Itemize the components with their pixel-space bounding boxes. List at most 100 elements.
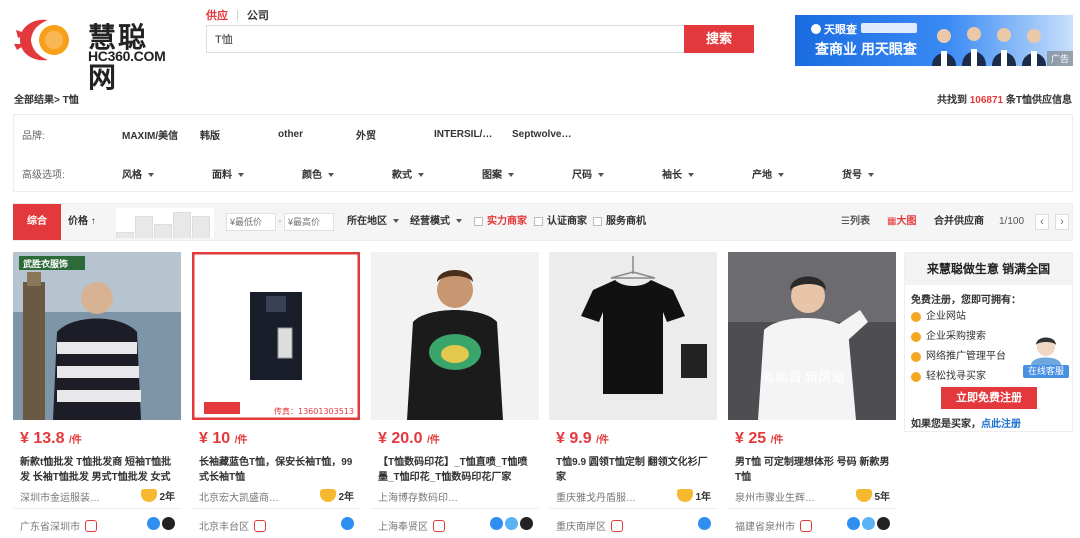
chat-icon[interactable]	[341, 517, 354, 530]
brand-option[interactable]: INTERSIL/…	[434, 129, 492, 140]
trust-badge-icon	[433, 519, 445, 532]
filter-dropdown-label: 图案	[482, 169, 502, 181]
filter-dropdown-color[interactable]: 颜色	[302, 166, 334, 181]
region-dropdown[interactable]: 所在地区	[347, 204, 399, 240]
price-bar	[192, 216, 210, 238]
product-card[interactable]: 传真：13601303513 ¥ 10 /件 长袖藏蓝色T恤，保安长袖T恤，99…	[192, 252, 360, 538]
membership-years: 2年	[320, 488, 354, 503]
sort-default[interactable]: 综合	[13, 204, 61, 240]
search-input[interactable]	[207, 26, 685, 52]
company-name[interactable]: 北京宏大凯盛商…	[199, 489, 309, 504]
qq-icon[interactable]	[162, 517, 175, 530]
trust-badge-icon	[800, 519, 812, 532]
qq-icon[interactable]	[877, 517, 890, 530]
caret-down-icon	[778, 172, 784, 177]
benefit-label: 企业网站	[926, 311, 966, 322]
checkbox[interactable]	[474, 216, 483, 226]
product-image[interactable]: 武胜衣服饰	[13, 252, 181, 420]
price-unit: /件	[68, 435, 82, 446]
check-certified-merchant[interactable]: 认证商家	[534, 204, 587, 240]
trust-badge-icon	[254, 519, 266, 532]
product-card[interactable]: ¥ 20.0 /件 【T恤数码印花】_T恤直喷_T恤喷墨_T恤印花_T恤数码印花…	[371, 252, 539, 538]
check-strong-merchant[interactable]: 实力商家	[474, 204, 527, 240]
search-tabs: 供应 | 公司	[206, 7, 269, 23]
checkbox[interactable]	[534, 216, 543, 226]
chat-icon[interactable]	[147, 517, 160, 530]
product-price: ¥ 25 /件	[735, 430, 783, 448]
tab-supply[interactable]: 供应	[206, 7, 228, 23]
divider	[549, 508, 717, 509]
online-service-button[interactable]: 在线客服	[1023, 365, 1069, 378]
page: 慧聪网 HC360.COM 供应 | 公司 搜索 天眼查 查商业 用天眼查 广告	[0, 0, 1080, 538]
company-name[interactable]: 泉州市骤业生辉…	[735, 489, 845, 504]
message-icon[interactable]	[862, 517, 875, 530]
product-title[interactable]: T恤9.9 圆领T恤定制 翻领文化衫厂家	[556, 455, 712, 485]
max-price-input[interactable]	[284, 213, 334, 231]
product-card[interactable]: ¥ 9.9 /件 T恤9.9 圆领T恤定制 翻领文化衫厂家 重庆雅戈丹盾服… 1…	[549, 252, 717, 538]
min-price-input[interactable]	[226, 213, 276, 231]
contact-icons	[341, 517, 354, 530]
brand-option[interactable]: 外贸	[356, 127, 376, 142]
merge-suppliers[interactable]: 合并供应商	[934, 204, 984, 240]
filter-dropdown-style[interactable]: 风格	[122, 166, 154, 181]
brand-option[interactable]: Septwolve…	[512, 129, 571, 140]
check-service-provider[interactable]: 服务商机	[593, 204, 646, 240]
logo-domain: HC360.COM	[88, 48, 166, 64]
filter-dropdown-origin[interactable]: 产地	[752, 166, 784, 181]
breadcrumb[interactable]: 全部结果> T恤	[14, 91, 79, 106]
company-name[interactable]: 上海博存数码印…	[378, 489, 488, 504]
search-button[interactable]: 搜索	[684, 25, 754, 53]
filter-dropdown-size[interactable]: 尺码	[572, 166, 604, 181]
result-count-prefix: 共找到	[936, 95, 970, 106]
trust-badge-icon	[611, 519, 623, 532]
filter-dropdown-pattern[interactable]: 图案	[482, 166, 514, 181]
next-page-button[interactable]: ›	[1055, 214, 1069, 230]
product-title[interactable]: 长袖藏蓝色T恤，保安长袖T恤，99式长袖T恤	[199, 455, 355, 485]
company-name[interactable]: 深圳市金运服装…	[20, 489, 130, 504]
price-bar	[173, 212, 191, 238]
buyer-register-link[interactable]: 点此注册	[981, 419, 1021, 430]
chat-icon[interactable]	[490, 517, 503, 530]
check-label: 实力商家	[487, 216, 527, 227]
sort-price[interactable]: 价格 ↑	[68, 204, 96, 240]
checkbox[interactable]	[593, 216, 602, 226]
price-distribution-chart	[116, 208, 214, 238]
product-title[interactable]: 男T恤 可定制理想体形 号码 新款男T恤	[735, 455, 891, 485]
free-register-button[interactable]: 立即免费注册	[941, 387, 1037, 409]
caret-down-icon	[418, 172, 424, 177]
filter-dropdown-item-no[interactable]: 货号	[842, 166, 874, 181]
company-name[interactable]: 重庆雅戈丹盾服…	[556, 489, 666, 504]
product-card[interactable]: 有脑调·新风潮 ¥ 25 /件 男T恤 可定制理想体形 号码 新款男T恤 泉州市…	[728, 252, 896, 538]
divider	[371, 508, 539, 509]
product-image[interactable]: 有脑调·新风潮	[728, 252, 896, 420]
product-title[interactable]: 【T恤数码印花】_T恤直喷_T恤喷墨_T恤印花_T恤数码印花厂家	[378, 455, 534, 485]
filter-dropdown-cut[interactable]: 款式	[392, 166, 424, 181]
product-image[interactable]	[371, 252, 539, 420]
ad-brand-icon	[811, 24, 821, 34]
check-icon	[911, 332, 921, 342]
product-title[interactable]: 新款t恤批发 T恤批发商 短袖T恤批发 长袖T恤批发 男式T恤批发 女式T恤批	[20, 455, 176, 485]
filter-dropdown-label: 货号	[842, 169, 862, 181]
location: 福建省泉州市	[735, 518, 812, 533]
message-icon[interactable]	[505, 517, 518, 530]
filter-dropdown-sleeve[interactable]: 袖长	[662, 166, 694, 181]
qq-icon[interactable]	[520, 517, 533, 530]
ad-banner[interactable]: 天眼查 查商业 用天眼查 广告	[795, 15, 1073, 66]
view-grid[interactable]: ▦大图	[887, 204, 916, 240]
chat-icon[interactable]	[698, 517, 711, 530]
prev-page-button[interactable]: ‹	[1035, 214, 1049, 230]
site-logo[interactable]: 慧聪网 HC360.COM	[14, 14, 174, 94]
business-mode-dropdown[interactable]: 经营模式	[410, 204, 462, 240]
location-text: 福建省泉州市	[735, 522, 795, 533]
brand-option[interactable]: 韩版	[200, 127, 220, 142]
product-card[interactable]: 武胜衣服饰 ¥ 13.8 /件 新款t恤批发 T恤批发商 短袖T恤批发 长袖T恤…	[13, 252, 181, 538]
product-price: ¥ 9.9 /件	[556, 430, 609, 448]
product-image[interactable]: 传真：13601303513	[192, 252, 360, 420]
filter-dropdown-fabric[interactable]: 面料	[212, 166, 244, 181]
chat-icon[interactable]	[847, 517, 860, 530]
product-image[interactable]	[549, 252, 717, 420]
brand-option[interactable]: MAXIM/美信	[122, 127, 178, 142]
view-list[interactable]: ☰列表	[841, 204, 870, 240]
tab-company[interactable]: 公司	[247, 7, 269, 23]
brand-option[interactable]: other	[278, 129, 303, 140]
